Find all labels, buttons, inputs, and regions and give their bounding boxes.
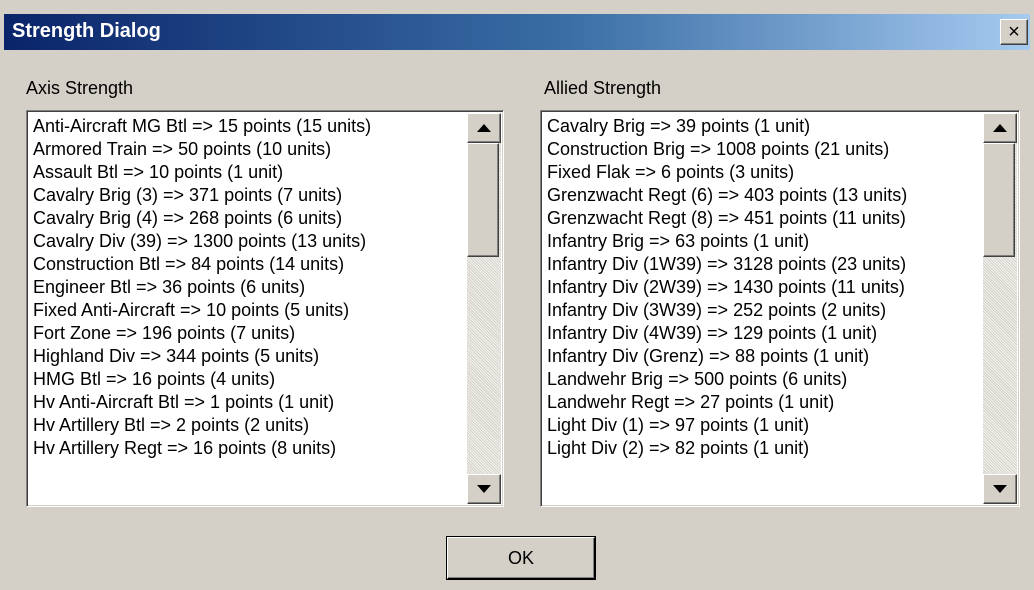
- list-item[interactable]: Infantry Div (2W39) => 1430 points (11 u…: [547, 276, 983, 299]
- list-item[interactable]: Infantry Div (1W39) => 3128 points (23 u…: [547, 253, 983, 276]
- list-item[interactable]: Fixed Anti-Aircraft => 10 points (5 unit…: [33, 299, 467, 322]
- axis-list-items: Anti-Aircraft MG Btl => 15 points (15 un…: [33, 115, 467, 460]
- scroll-thumb[interactable]: [983, 143, 1015, 257]
- arrow-up-icon: [477, 124, 491, 132]
- list-item[interactable]: Infantry Div (Grenz) => 88 points (1 uni…: [547, 345, 983, 368]
- allied-list-items: Cavalry Brig => 39 points (1 unit) Const…: [547, 115, 983, 460]
- allied-strength-label: Allied Strength: [544, 78, 662, 98]
- scroll-down-button[interactable]: [983, 474, 1017, 504]
- strength-dialog: Strength Dialog × Axis Strength Anti-Air…: [0, 0, 1034, 590]
- scroll-thumb[interactable]: [467, 143, 499, 257]
- list-item[interactable]: Cavalry Brig (4) => 268 points (6 units): [33, 207, 467, 230]
- window-title: Strength Dialog: [12, 20, 161, 42]
- axis-scrollbar[interactable]: [467, 113, 501, 504]
- list-item[interactable]: Grenzwacht Regt (8) => 451 points (11 un…: [547, 207, 983, 230]
- list-item[interactable]: Engineer Btl => 36 points (6 units): [33, 276, 467, 299]
- arrow-down-icon: [993, 485, 1007, 493]
- list-item[interactable]: Construction Brig => 1008 points (21 uni…: [547, 138, 983, 161]
- list-item[interactable]: Armored Train => 50 points (10 units): [33, 138, 467, 161]
- list-item[interactable]: HMG Btl => 16 points (4 units): [33, 368, 467, 391]
- title-bar[interactable]: Strength Dialog ×: [4, 14, 1030, 50]
- list-item[interactable]: Assault Btl => 10 points (1 unit): [33, 161, 467, 184]
- list-item[interactable]: Hv Artillery Regt => 16 points (8 units): [33, 437, 467, 460]
- scroll-up-button[interactable]: [983, 113, 1017, 143]
- list-item[interactable]: Light Div (2) => 82 points (1 unit): [547, 437, 983, 460]
- list-item[interactable]: Cavalry Div (39) => 1300 points (13 unit…: [33, 230, 467, 253]
- allied-scrollbar[interactable]: [983, 113, 1017, 504]
- ok-button[interactable]: OK: [447, 537, 595, 579]
- list-item[interactable]: Fixed Flak => 6 points (3 units): [547, 161, 983, 184]
- list-item[interactable]: Infantry Div (3W39) => 252 points (2 uni…: [547, 299, 983, 322]
- list-item[interactable]: Anti-Aircraft MG Btl => 15 points (15 un…: [33, 115, 467, 138]
- list-item[interactable]: Infantry Brig => 63 points (1 unit): [547, 230, 983, 253]
- arrow-down-icon: [477, 485, 491, 493]
- list-item[interactable]: Hv Anti-Aircraft Btl => 1 points (1 unit…: [33, 391, 467, 414]
- close-icon: ×: [1008, 21, 1020, 43]
- list-item[interactable]: Highland Div => 344 points (5 units): [33, 345, 467, 368]
- allied-strength-list[interactable]: Cavalry Brig => 39 points (1 unit) Const…: [540, 110, 1020, 507]
- list-item[interactable]: Cavalry Brig (3) => 371 points (7 units): [33, 184, 467, 207]
- list-item[interactable]: Fort Zone => 196 points (7 units): [33, 322, 467, 345]
- list-item[interactable]: Landwehr Regt => 27 points (1 unit): [547, 391, 983, 414]
- list-item[interactable]: Infantry Div (4W39) => 129 points (1 uni…: [547, 322, 983, 345]
- list-item[interactable]: Construction Btl => 84 points (14 units): [33, 253, 467, 276]
- axis-strength-list[interactable]: Anti-Aircraft MG Btl => 15 points (15 un…: [26, 110, 504, 507]
- list-item[interactable]: Landwehr Brig => 500 points (6 units): [547, 368, 983, 391]
- close-button[interactable]: ×: [1000, 19, 1028, 45]
- list-item[interactable]: Grenzwacht Regt (6) => 403 points (13 un…: [547, 184, 983, 207]
- list-item[interactable]: Cavalry Brig => 39 points (1 unit): [547, 115, 983, 138]
- axis-strength-label: Axis Strength: [26, 78, 134, 98]
- scroll-down-button[interactable]: [467, 474, 501, 504]
- scroll-up-button[interactable]: [467, 113, 501, 143]
- list-item[interactable]: Light Div (1) => 97 points (1 unit): [547, 414, 983, 437]
- arrow-up-icon: [993, 124, 1007, 132]
- list-item[interactable]: Hv Artillery Btl => 2 points (2 units): [33, 414, 467, 437]
